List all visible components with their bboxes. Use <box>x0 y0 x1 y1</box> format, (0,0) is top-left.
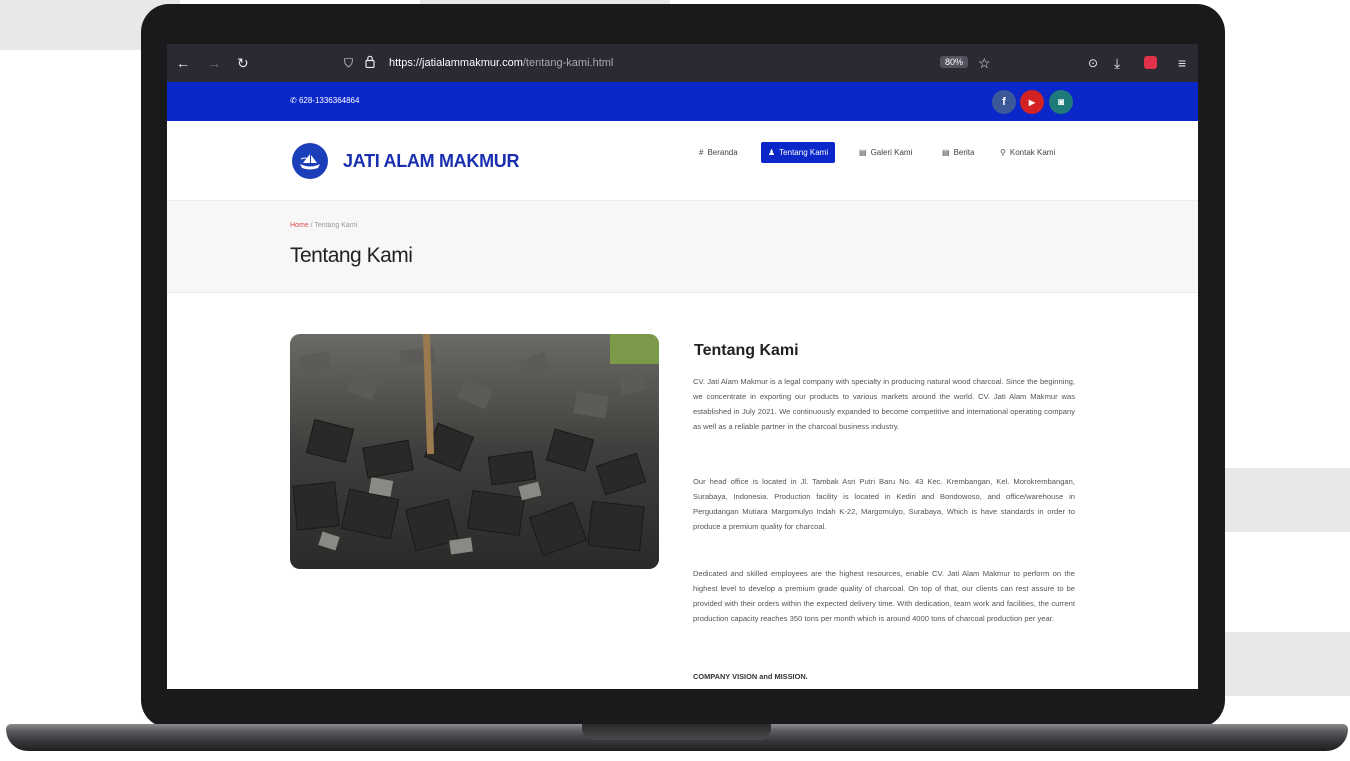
about-paragraph-1: CV. Jati Alam Makmur is a legal company … <box>693 377 1075 431</box>
page-title: Tentang Kami <box>290 244 413 267</box>
youtube-icon[interactable]: ▶ <box>1020 90 1044 114</box>
facebook-icon[interactable]: f <box>992 90 1016 114</box>
charcoal-photo <box>290 334 659 569</box>
shield-icon[interactable]: ⛉ <box>344 55 353 71</box>
download-icon[interactable]: ⤓ <box>1114 55 1120 71</box>
url-bar[interactable]: https://jatialammakmur.com/tentang-kami.… <box>389 57 613 69</box>
nav-galeri-kami[interactable]: ▤ Galeri Kami <box>859 142 912 163</box>
url-host: https://jatialammakmur.com <box>389 57 523 69</box>
nav-label: Tentang Kami <box>779 148 829 157</box>
nav-beranda[interactable]: # Beranda <box>699 142 738 163</box>
about-paragraph-2: Our head office is located in Jl. Tambak… <box>693 477 1075 531</box>
vision-mission-heading: COMPANY VISION and MISSION. <box>693 672 808 681</box>
nav-tentang-kami[interactable]: ♟ Tentang Kami <box>761 142 836 163</box>
breadcrumb-current: Tentang Kami <box>314 222 358 229</box>
contact-topbar: ✆ 628-1336364864 f ▶ ◙ <box>167 82 1198 121</box>
ship-logo-icon[interactable] <box>292 143 328 179</box>
arrow-right-icon[interactable]: → <box>207 55 221 71</box>
nav-kontak-kami[interactable]: ⚲ Kontak Kami <box>1000 142 1055 163</box>
star-icon[interactable]: ☆ <box>978 55 991 71</box>
laptop-screen: ← → ↻ ⛉ https://jatialammakmur.com/tenta… <box>167 44 1198 689</box>
about-paragraph-3: Dedicated and skilled employees are the … <box>693 569 1075 623</box>
nav-label: Berita <box>953 148 975 157</box>
pocket-icon[interactable]: ⊙ <box>1088 55 1098 71</box>
site-header: JATI ALAM MAKMUR # Beranda ♟ Tentang Kami … <box>167 121 1198 201</box>
zoom-level-badge[interactable]: 80% <box>940 56 969 68</box>
nav-label: Kontak Kami <box>1009 148 1056 157</box>
nav-label: Galeri Kami <box>870 148 913 157</box>
arrow-left-icon[interactable]: ← <box>176 55 190 71</box>
news-icon: ▤ <box>942 148 950 157</box>
browser-toolbar: ← → ↻ ⛉ https://jatialammakmur.com/tenta… <box>167 44 1198 82</box>
extension-icon[interactable] <box>1144 56 1157 69</box>
home-icon: # <box>699 148 704 157</box>
reload-icon[interactable]: ↻ <box>237 55 249 71</box>
background-stripe-right-1 <box>1225 468 1350 532</box>
url-path: /tentang-kami.html <box>522 57 614 69</box>
hamburger-menu-icon[interactable]: ≡ <box>1178 55 1186 71</box>
nav-label: Beranda <box>707 148 738 157</box>
page-banner: Home / Tentang Kami Tentang Kami <box>167 201 1198 293</box>
user-icon: ♟ <box>768 148 776 157</box>
phone-number[interactable]: ✆ 628-1336364864 <box>290 96 359 105</box>
location-pin-icon: ⚲ <box>1000 148 1006 157</box>
gallery-icon: ▤ <box>859 148 867 157</box>
laptop-hinge-notch <box>582 724 771 740</box>
instagram-icon[interactable]: ◙ <box>1049 90 1073 114</box>
brand-name[interactable]: JATI ALAM MAKMUR <box>343 151 519 172</box>
background-stripe-right-2 <box>1225 632 1350 696</box>
lock-icon[interactable] <box>365 55 375 71</box>
about-heading: Tentang Kami <box>694 342 799 359</box>
breadcrumb-home-link[interactable]: Home <box>290 222 309 229</box>
phone-text: 628-1336364864 <box>298 96 360 105</box>
breadcrumb: Home / Tentang Kami <box>290 222 357 229</box>
nav-berita[interactable]: ▤ Berita <box>942 142 974 163</box>
